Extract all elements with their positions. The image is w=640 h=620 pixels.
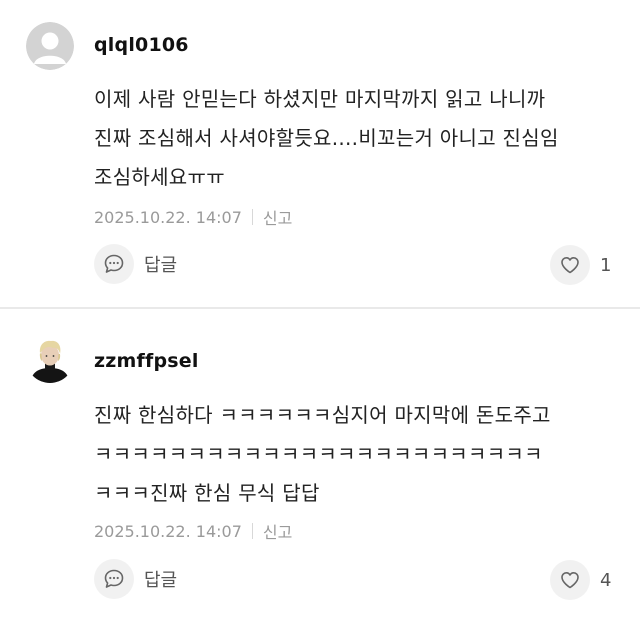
report-link[interactable]: 신고 xyxy=(263,519,292,543)
reply-button[interactable]: 답글 xyxy=(94,244,177,284)
avatar[interactable] xyxy=(26,22,74,70)
like-count: 1 xyxy=(600,254,612,276)
speech-bubble-icon xyxy=(94,559,134,599)
reply-label: 답글 xyxy=(144,255,178,276)
profile-photo-icon xyxy=(26,335,74,383)
comment-item: zzmffpsel 진짜 한심하다 ㅋㅋㅋㅋㅋㅋ심지어 마지막에 돈도주고 ㅋㅋ… xyxy=(0,310,640,620)
reply-label: 답글 xyxy=(144,570,178,591)
comment-text: 진짜 한심하다 ㅋㅋㅋㅋㅋㅋ심지어 마지막에 돈도주고 ㅋㅋㅋㅋㅋㅋㅋㅋㅋㅋㅋㅋ… xyxy=(94,403,551,505)
comment-meta: 2025.10.22. 14:07 신고 xyxy=(94,205,292,229)
username[interactable]: zzmffpsel xyxy=(94,350,199,372)
comment-item: qlql0106 이제 사람 안믿는다 하셨지만 마지막까지 읽고 나니까 진짜… xyxy=(0,0,640,308)
meta-divider xyxy=(251,209,253,225)
meta-divider xyxy=(251,523,253,539)
reply-button[interactable]: 답글 xyxy=(94,559,177,599)
like-count: 4 xyxy=(600,569,612,591)
like-button[interactable]: 1 xyxy=(550,245,611,285)
comment-divider xyxy=(0,307,640,309)
timestamp: 2025.10.22. 14:07 xyxy=(94,207,242,227)
comment-meta: 2025.10.22. 14:07 신고 xyxy=(94,519,292,543)
comment-text: 이제 사람 안믿는다 하셨지만 마지막까지 읽고 나니까 진짜 조심해서 사셔야… xyxy=(94,87,559,189)
speech-bubble-icon xyxy=(94,244,134,284)
like-button[interactable]: 4 xyxy=(550,560,611,600)
timestamp: 2025.10.22. 14:07 xyxy=(94,521,242,541)
heart-icon xyxy=(550,560,590,600)
username[interactable]: qlql0106 xyxy=(94,34,189,56)
heart-icon xyxy=(550,245,590,285)
report-link[interactable]: 신고 xyxy=(263,205,292,229)
avatar[interactable] xyxy=(26,335,74,383)
default-avatar-icon xyxy=(26,22,74,70)
